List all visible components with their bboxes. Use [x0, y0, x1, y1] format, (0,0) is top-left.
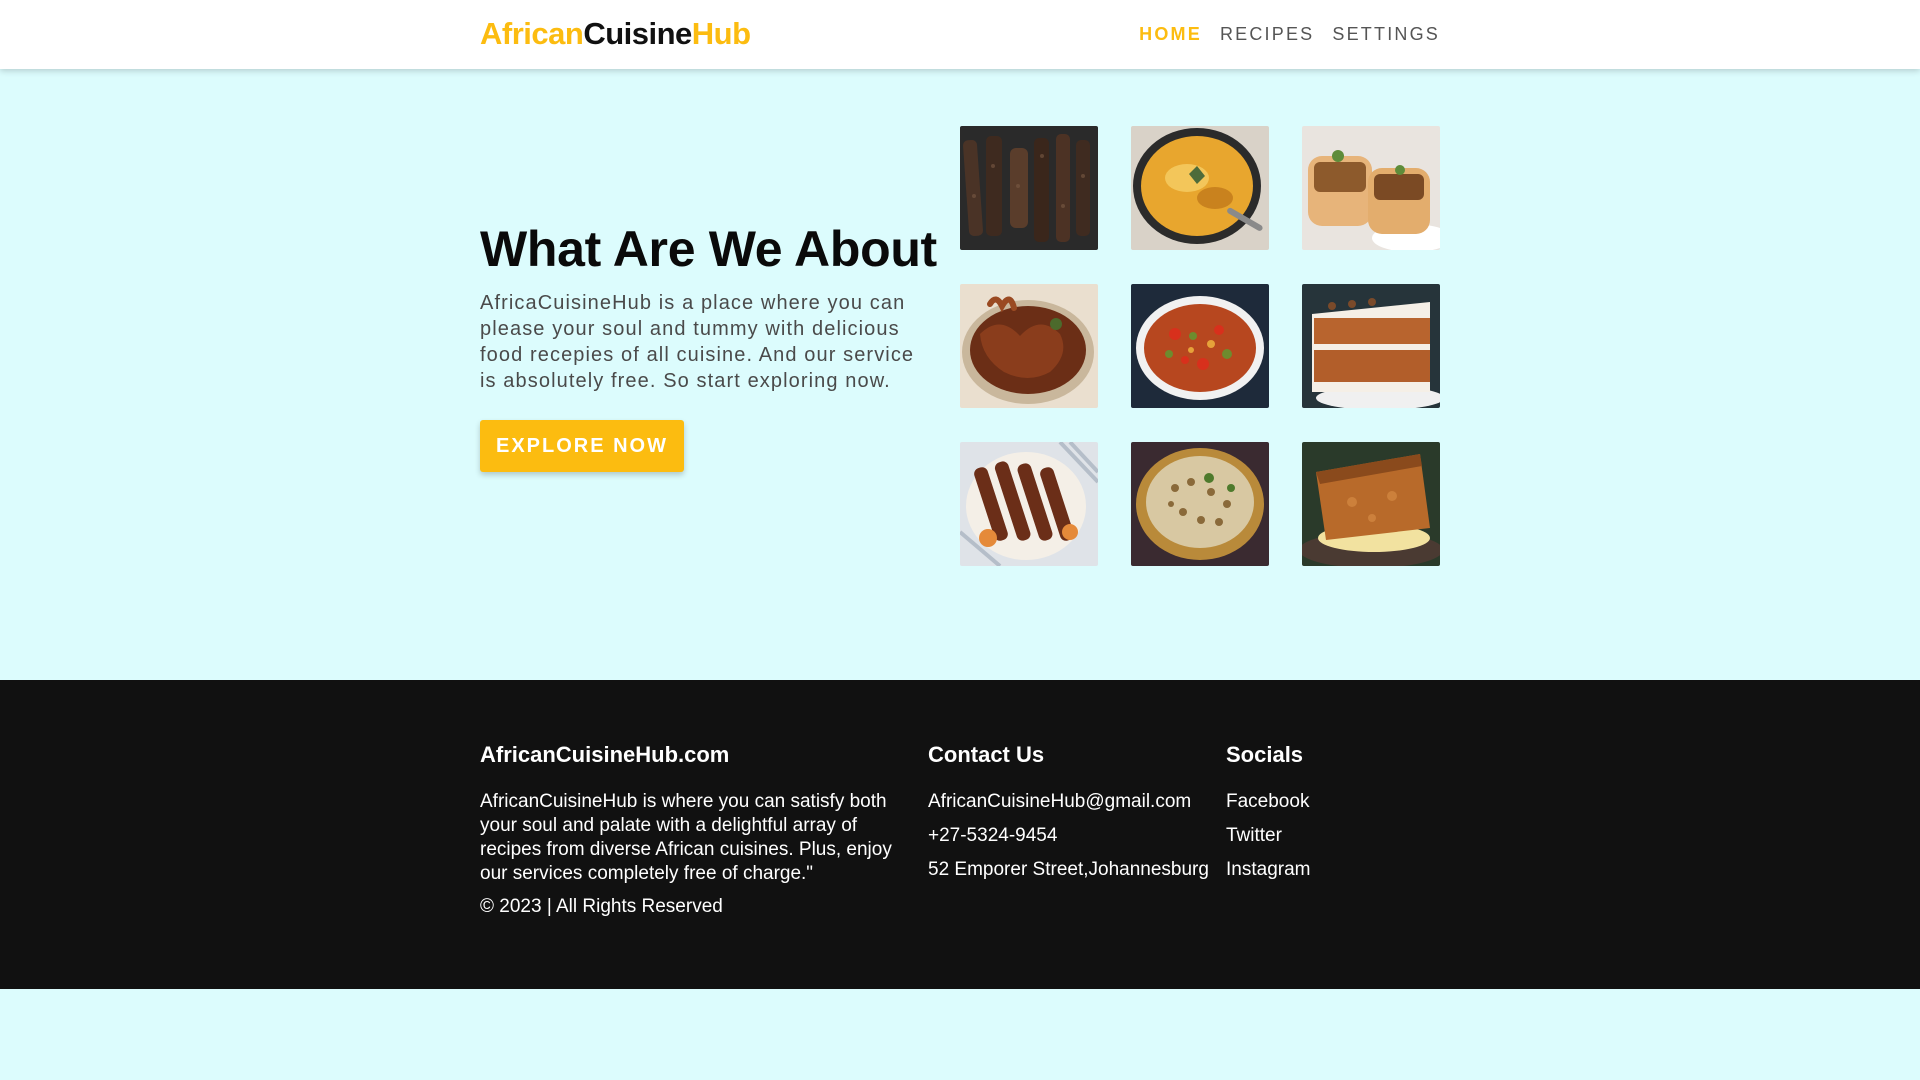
explore-now-button[interactable]: EXPLORE NOW [480, 420, 684, 472]
bunny-chow-image[interactable] [1302, 126, 1440, 250]
samp-beans-image[interactable] [1131, 442, 1269, 566]
footer-socials-heading: Socials [1226, 742, 1304, 767]
hero-title: What Are We About [480, 221, 937, 277]
footer-contact-heading: Contact Us [928, 742, 1045, 767]
contact-address: 52 Emporer Street,Johannesburg [928, 859, 1209, 880]
footer-contact: Contact Us AfricanCuisineHub@gmail.com +… [928, 742, 1218, 882]
social-facebook[interactable]: Facebook [1226, 790, 1476, 814]
footer-about: AfricanCuisineHub.com AfricanCuisineHub … [480, 742, 910, 918]
site-footer: AfricanCuisineHub.com AfricanCuisineHub … [0, 680, 1920, 989]
footer-about-heading: AfricanCuisineHub.com [480, 742, 730, 767]
brand-logo-part-african: African [480, 16, 584, 51]
chicken-feet-image[interactable] [960, 284, 1098, 408]
malva-pudding-image[interactable] [1302, 442, 1440, 566]
brand-logo-part-cuisine: Cuisine [583, 16, 692, 51]
nav-settings[interactable]: SETTINGS [1332, 24, 1440, 45]
chakalaka-image[interactable] [1131, 284, 1269, 408]
skewers-image[interactable] [960, 442, 1098, 566]
food-gallery [960, 126, 1440, 566]
contact-email[interactable]: AfricanCuisineHub@gmail.com [928, 790, 1218, 814]
footer-copyright: © 2023 | All Rights Reserved [480, 896, 723, 917]
biltong-image[interactable] [960, 126, 1098, 250]
hero-description: AfricaCuisineHub is a place where you ca… [480, 292, 915, 392]
brand-logo[interactable]: AfricanCuisineHub [480, 16, 751, 52]
footer-about-text: AfricanCuisineHub is where you can satis… [480, 791, 892, 884]
nav-home[interactable]: HOME [1139, 24, 1202, 45]
social-instagram[interactable]: Instagram [1226, 858, 1476, 882]
footer-socials: Socials Facebook Twitter Instagram [1226, 742, 1476, 892]
navbar: AfricanCuisineHub HOME RECIPES SETTINGS [0, 0, 1920, 69]
contact-phone[interactable]: +27-5324-9454 [928, 824, 1218, 848]
nav-recipes[interactable]: RECIPES [1220, 24, 1314, 45]
main-nav: HOME RECIPES SETTINGS [1139, 24, 1440, 45]
brand-logo-part-hub: Hub [691, 16, 751, 51]
social-twitter[interactable]: Twitter [1226, 824, 1476, 848]
bobotie-image[interactable] [1131, 126, 1269, 250]
carrot-cake-image[interactable] [1302, 284, 1440, 408]
